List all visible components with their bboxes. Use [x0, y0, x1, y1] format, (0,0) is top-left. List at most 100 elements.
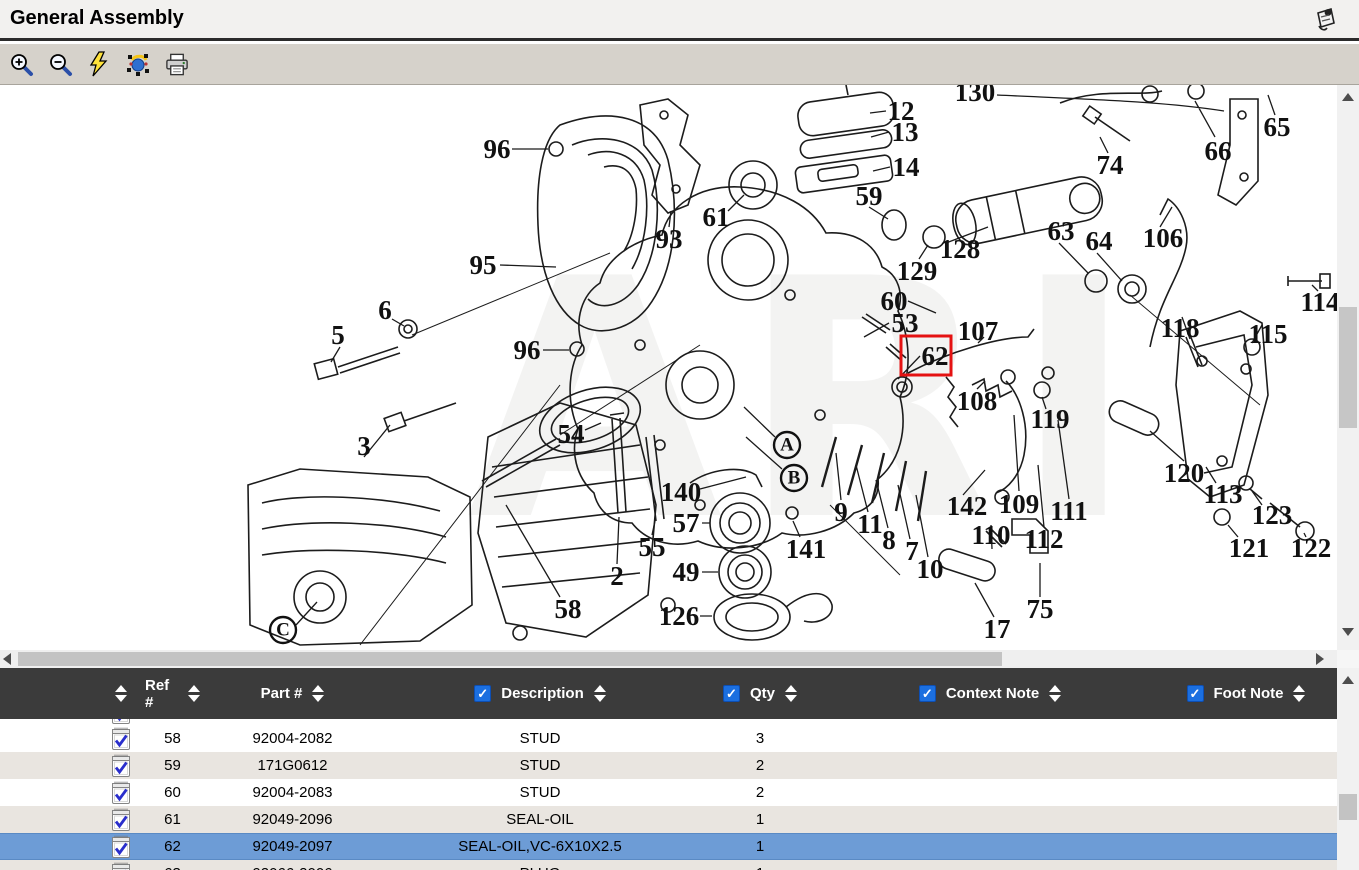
callout-11[interactable]: 11 — [857, 509, 883, 539]
part-note-icon[interactable] — [0, 752, 145, 779]
callout-5[interactable]: 5 — [331, 320, 345, 350]
part-note-icon[interactable] — [0, 834, 145, 859]
table-scroll-up-arrow[interactable] — [1342, 676, 1354, 684]
callout-14[interactable]: 14 — [893, 152, 920, 182]
diagram-hscrollbar[interactable] — [0, 650, 1337, 668]
callout-93[interactable]: 93 — [656, 224, 683, 254]
sort-arrows-context[interactable] — [1049, 685, 1061, 702]
part-note-icon[interactable] — [0, 860, 145, 870]
select-parts-icon[interactable] — [125, 51, 151, 77]
sort-arrows-qty[interactable] — [785, 685, 797, 702]
scroll-right-arrow[interactable] — [1316, 653, 1324, 665]
callout-59[interactable]: 59 — [856, 181, 883, 211]
part-note-icon[interactable] — [0, 806, 145, 833]
callout-2[interactable]: 2 — [610, 561, 624, 591]
column-label-description: Description — [501, 685, 584, 702]
zoom-out-icon[interactable] — [47, 51, 73, 77]
callout-110[interactable]: 110 — [971, 520, 1010, 550]
callout-129[interactable]: 129 — [897, 256, 938, 286]
print-icon[interactable] — [164, 51, 190, 77]
callout-119[interactable]: 119 — [1030, 404, 1069, 434]
callout-58[interactable]: 58 — [555, 594, 582, 624]
callout-111[interactable]: 111 — [1050, 496, 1088, 526]
callout-109[interactable]: 109 — [999, 489, 1040, 519]
callout-118[interactable]: 118 — [1160, 313, 1199, 343]
diagram-vscrollbar[interactable] — [1337, 85, 1359, 650]
callout-75[interactable]: 75 — [1027, 594, 1054, 624]
callout-95[interactable]: 95 — [470, 250, 497, 280]
table-row-59[interactable]: 59171G0612STUD2 — [0, 752, 1337, 779]
table-row-62[interactable]: 6292049-2097SEAL-OIL,VC-6X10X2.51 — [0, 833, 1337, 860]
hand-note-icon[interactable] — [1311, 6, 1337, 39]
diagram-hscrollbar-thumb[interactable] — [18, 652, 1002, 666]
sort-arrows-foot[interactable] — [1293, 685, 1305, 702]
callout-64[interactable]: 64 — [1086, 226, 1113, 256]
part-note-icon[interactable] — [0, 779, 145, 806]
scroll-left-arrow[interactable] — [3, 653, 11, 665]
callout-141[interactable]: 141 — [786, 534, 827, 564]
column-checkbox-qty[interactable]: ✓ — [723, 685, 740, 702]
callout-122[interactable]: 122 — [1291, 533, 1332, 563]
column-checkbox-context[interactable]: ✓ — [919, 685, 936, 702]
callout-128[interactable]: 128 — [940, 234, 981, 264]
callout-106[interactable]: 106 — [1143, 223, 1184, 253]
callout-115[interactable]: 115 — [1248, 319, 1287, 349]
callout-61[interactable]: 61 — [703, 202, 730, 232]
table-vscrollbar[interactable] — [1337, 668, 1359, 870]
lightning-icon[interactable] — [86, 51, 112, 77]
callout-120[interactable]: 120 — [1164, 458, 1205, 488]
scroll-up-arrow[interactable] — [1342, 93, 1354, 101]
column-checkbox-description[interactable]: ✓ — [474, 685, 491, 702]
zoom-in-icon[interactable] — [8, 51, 34, 77]
scroll-down-arrow[interactable] — [1342, 628, 1354, 636]
table-row-63[interactable]: 6392066-2006PLUG1 — [0, 860, 1337, 870]
callout-142[interactable]: 142 — [947, 491, 988, 521]
callout-55[interactable]: 55 — [639, 532, 666, 562]
callout-108[interactable]: 108 — [957, 386, 998, 416]
part-note-icon[interactable] — [0, 725, 145, 752]
callout-66[interactable]: 66 — [1205, 136, 1232, 166]
callout-126[interactable]: 126 — [659, 601, 700, 631]
callout-121[interactable]: 121 — [1229, 533, 1270, 563]
column-checkbox-foot[interactable]: ✓ — [1187, 685, 1204, 702]
sort-arrows-select[interactable] — [115, 685, 127, 702]
sort-arrows-ref[interactable] — [188, 685, 200, 702]
sort-arrows-description[interactable] — [594, 685, 606, 702]
callout-114[interactable]: 114 — [1300, 287, 1337, 317]
diagram-vscrollbar-thumb[interactable] — [1339, 307, 1357, 428]
callout-63[interactable]: 63 — [1048, 216, 1075, 246]
callout-65[interactable]: 65 — [1264, 112, 1291, 142]
table-row-60[interactable]: 6092004-2083STUD2 — [0, 779, 1337, 806]
callout-8[interactable]: 8 — [882, 525, 896, 555]
callout-9[interactable]: 9 — [834, 497, 848, 527]
callout-13[interactable]: 13 — [892, 117, 919, 147]
callout-62[interactable]: 62 — [922, 341, 949, 371]
callout-107[interactable]: 107 — [958, 316, 999, 346]
callout-49[interactable]: 49 — [673, 557, 700, 587]
partial-row-top[interactable] — [0, 719, 1337, 725]
callout-17[interactable]: 17 — [984, 614, 1011, 644]
callout-123[interactable]: 123 — [1252, 500, 1293, 530]
callout-B[interactable]: B — [788, 468, 801, 489]
callout-96[interactable]: 96 — [484, 134, 511, 164]
callout-C[interactable]: C — [276, 620, 290, 641]
callout-3[interactable]: 3 — [357, 431, 371, 461]
table-row-58[interactable]: 5892004-2082STUD3 — [0, 725, 1337, 752]
callout-54[interactable]: 54 — [558, 419, 585, 449]
callout-130[interactable]: 130 — [955, 85, 996, 107]
callout-6[interactable]: 6 — [378, 295, 392, 325]
callout-112[interactable]: 112 — [1024, 524, 1063, 554]
cell-ref: 59 — [145, 752, 200, 779]
sort-arrows-part[interactable] — [312, 685, 324, 702]
callout-113[interactable]: 113 — [1203, 479, 1242, 509]
cell-context — [825, 752, 1155, 779]
callout-74[interactable]: 74 — [1097, 150, 1124, 180]
callout-A[interactable]: A — [780, 435, 794, 456]
table-vscrollbar-thumb[interactable] — [1339, 794, 1357, 820]
callout-96[interactable]: 96 — [514, 335, 541, 365]
table-row-61[interactable]: 6192049-2096SEAL-OIL1 — [0, 806, 1337, 833]
callout-57[interactable]: 57 — [673, 508, 700, 538]
callout-10[interactable]: 10 — [917, 554, 944, 584]
callout-53[interactable]: 53 — [892, 308, 919, 338]
callout-140[interactable]: 140 — [661, 477, 702, 507]
